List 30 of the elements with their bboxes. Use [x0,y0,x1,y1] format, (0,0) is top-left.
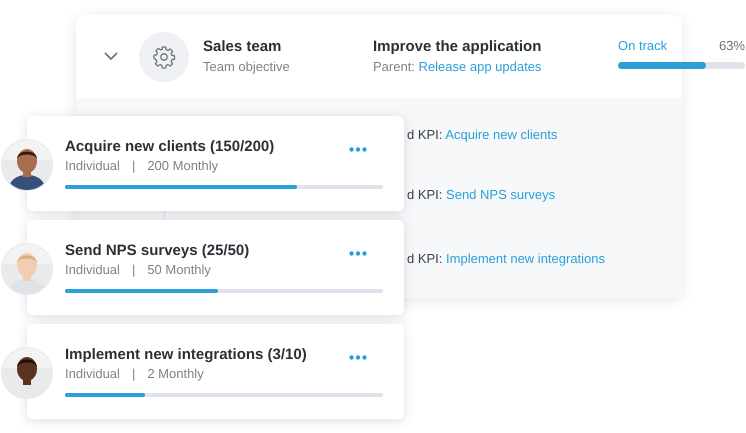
kpi-target: 2 Monthly [147,366,204,381]
linked-kpi-link[interactable]: Send NPS surveys [446,187,556,202]
team-name: Sales team [203,37,282,57]
chevron-icon[interactable] [104,52,118,61]
more-icon[interactable] [349,355,367,360]
kpi-target: 50 Monthly [147,262,211,277]
kpi-title: Acquire new clients (150/200) [65,137,274,157]
separator: | [132,158,136,173]
parent-label: Parent: [373,59,415,74]
kpi-type: Individual [65,262,120,277]
separator: | [132,366,136,381]
progress-percent: 63% [718,38,745,54]
more-icon[interactable] [349,251,367,256]
linked-kpi-link[interactable]: Acquire new clients [445,127,558,142]
team-role: Team objective [203,58,291,76]
kpi-type: Individual [65,158,120,173]
objective-title: Improve the application [373,37,542,57]
linked-kpi-label: d KPI: [407,251,442,266]
parent-link[interactable]: Release app updates [418,59,542,74]
kpi-target: 200 Monthly [147,158,218,173]
linked-kpi-link[interactable]: Implement new integrations [446,251,606,266]
kpi-type: Individual [65,366,120,381]
linked-kpi-label: d KPI: [407,127,442,142]
more-icon[interactable] [349,147,367,152]
separator: | [132,262,136,277]
status-label: On track [618,38,668,54]
gear-icon [152,44,176,68]
kpi-title: Implement new integrations (3/10) [65,345,307,365]
kpi-title: Send NPS surveys (25/50) [65,241,250,261]
linked-kpi-label: d KPI: [407,187,442,202]
